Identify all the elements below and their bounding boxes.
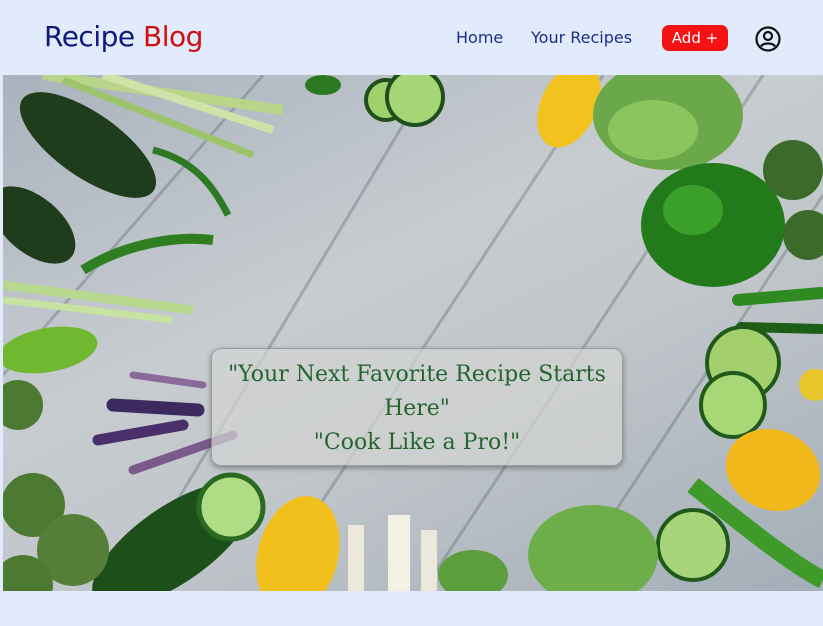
- tagline-line-1: "Your Next Favorite Recipe Starts: [228, 362, 606, 387]
- brand-part-recipe: Recipe: [44, 20, 135, 53]
- hero-tagline-box: "Your Next Favorite Recipe Starts Here" …: [211, 348, 623, 466]
- navbar: Recipe Blog Home Your Recipes Add +: [0, 0, 823, 75]
- brand-logo[interactable]: Recipe Blog: [44, 20, 203, 53]
- brand-part-blog: Blog: [143, 20, 203, 53]
- tagline-line-3: "Cook Like a Pro!": [313, 430, 521, 455]
- vegetables-background-image: [3, 75, 823, 591]
- add-recipe-button[interactable]: Add +: [662, 25, 728, 51]
- tagline-line-2: Here": [384, 396, 450, 421]
- page-bottom-band: [0, 591, 823, 626]
- nav-home-link[interactable]: Home: [456, 28, 503, 47]
- user-circle-icon[interactable]: [755, 26, 781, 52]
- hero-banner: "Your Next Favorite Recipe Starts Here" …: [3, 75, 823, 591]
- nav-your-recipes-link[interactable]: Your Recipes: [531, 28, 632, 47]
